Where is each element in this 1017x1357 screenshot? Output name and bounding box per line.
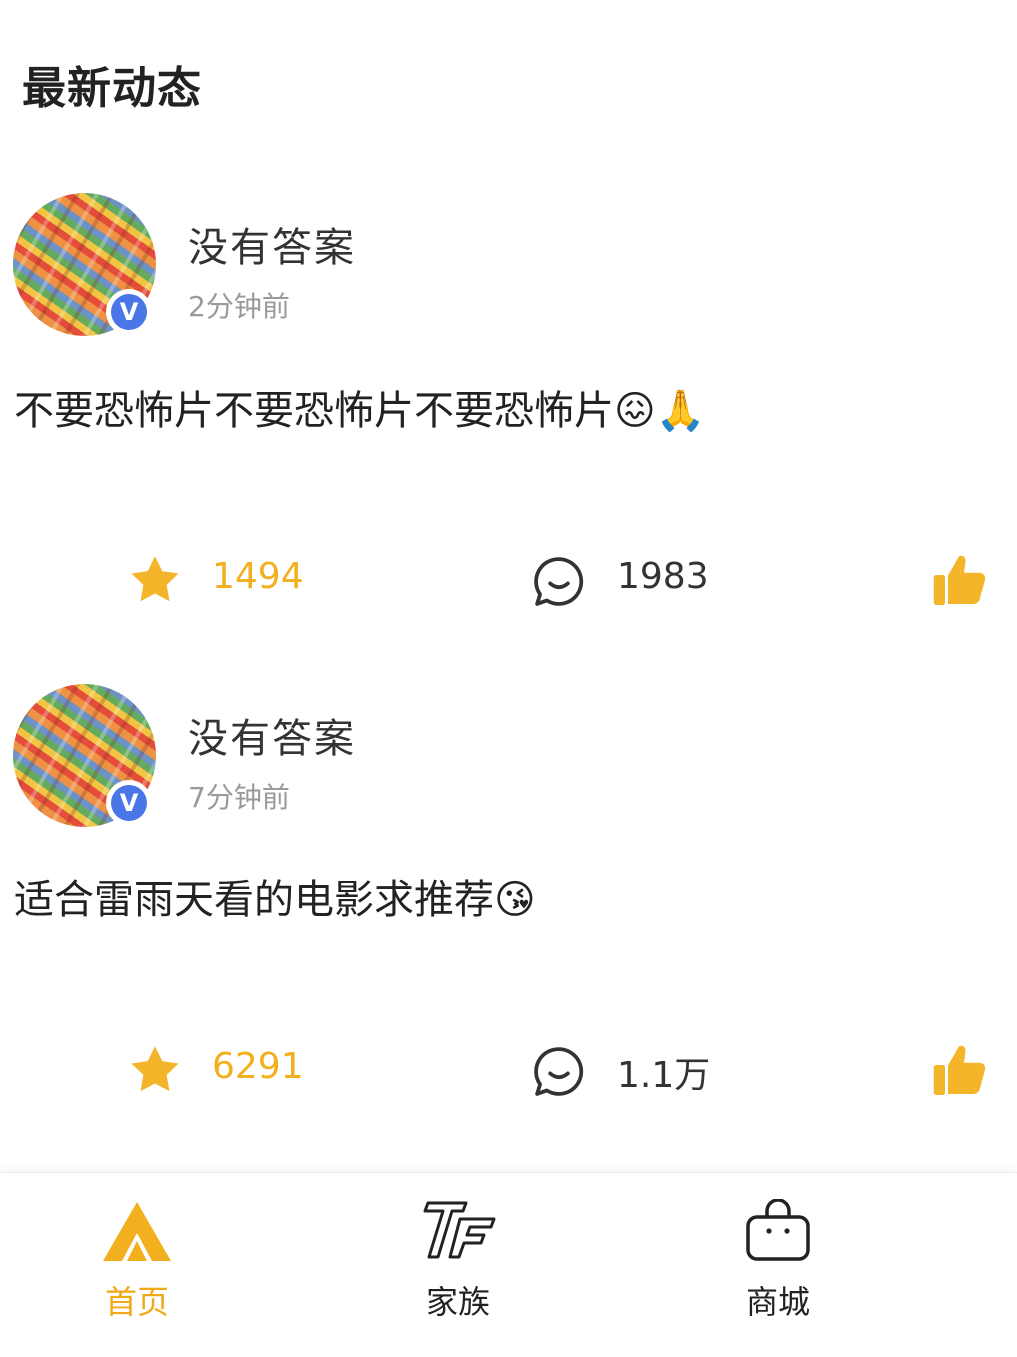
post-text: 不要恐怖片不要恐怖片不要恐怖片😖🙏 — [14, 388, 706, 434]
nav-item-home[interactable]: 首页 — [37, 1173, 237, 1357]
star-count: 1494 — [212, 556, 304, 597]
comment-count: 1.1万 — [617, 1055, 711, 1096]
nav-label-family: 家族 — [425, 1283, 490, 1321]
shopping-bag-icon — [746, 1199, 810, 1261]
nav-item-family[interactable]: 家族 — [358, 1173, 558, 1357]
post-actions: 6291 1.1万 — [0, 1036, 1017, 1106]
comment-count: 1983 — [617, 556, 709, 597]
comment-icon[interactable] — [530, 554, 588, 610]
verified-badge-icon: V — [106, 780, 152, 826]
post-time: 2分钟前 — [188, 290, 290, 323]
post-text: 适合雷雨天看的电影求推荐😘 — [14, 877, 536, 923]
tf-logo-icon — [423, 1201, 496, 1259]
verified-mark: V — [111, 294, 147, 330]
verified-mark: V — [111, 785, 147, 821]
post-actions: 1494 1983 — [0, 546, 1017, 616]
star-icon[interactable] — [126, 552, 184, 608]
nav-label-mall: 商城 — [745, 1283, 810, 1321]
comment-icon[interactable] — [530, 1044, 588, 1100]
username[interactable]: 没有答案 — [188, 706, 356, 764]
bottom-nav: 首页 家族 商城 — [0, 1172, 1017, 1357]
home-triangle-icon — [103, 1202, 171, 1261]
thumbs-up-icon[interactable] — [930, 1040, 990, 1100]
verified-badge-icon: V — [106, 289, 152, 335]
nav-item-mall[interactable]: 商城 — [678, 1173, 878, 1357]
star-icon[interactable] — [126, 1042, 184, 1098]
star-count: 6291 — [212, 1046, 304, 1087]
nav-label-home: 首页 — [104, 1283, 169, 1321]
username[interactable]: 没有答案 — [188, 215, 356, 273]
thumbs-up-icon[interactable] — [930, 550, 990, 610]
post-time: 7分钟前 — [188, 781, 290, 814]
page-title: 最新动态 — [22, 63, 202, 114]
